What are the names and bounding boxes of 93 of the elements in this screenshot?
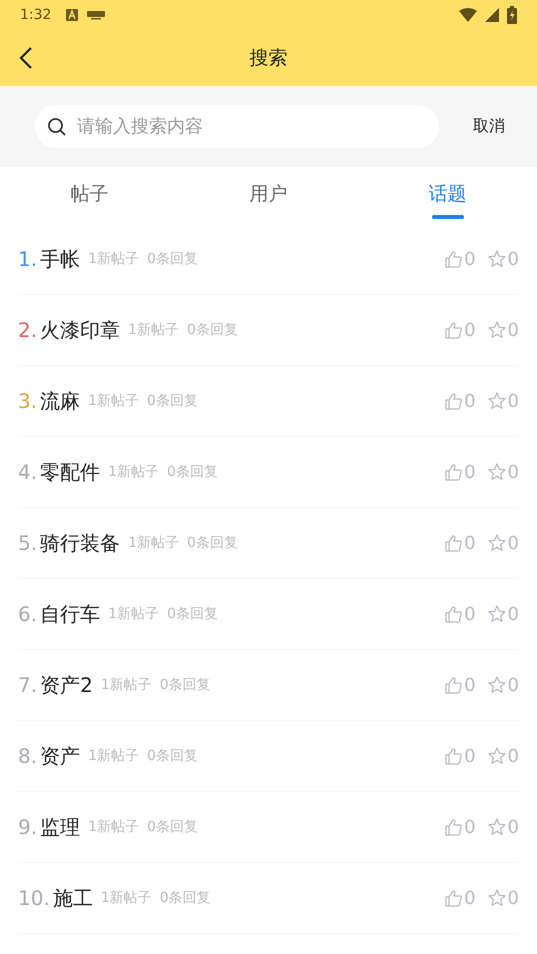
post-count: 1新帖子 xyxy=(88,747,140,765)
cancel-button[interactable]: 取消 xyxy=(461,108,517,145)
like-count: 0 xyxy=(464,888,476,908)
page-title: 搜索 xyxy=(250,46,288,71)
thumbs-up-icon[interactable] xyxy=(445,392,462,410)
favorite-count: 0 xyxy=(508,746,519,766)
reply-count: 0条回复 xyxy=(147,250,198,268)
favorite-count: 0 xyxy=(508,674,519,696)
star-icon[interactable] xyxy=(488,818,506,836)
favorite-count: 0 xyxy=(508,888,519,908)
star-icon[interactable] xyxy=(488,889,506,907)
star-icon[interactable] xyxy=(488,392,506,410)
reply-count: 0条回复 xyxy=(167,463,218,481)
like-count: 0 xyxy=(464,248,476,270)
tab[interactable]: 帖子 xyxy=(0,172,179,218)
like-count: 0 xyxy=(464,674,476,696)
rank-number: 3. xyxy=(18,389,38,413)
wifi-icon xyxy=(459,8,477,22)
reply-count: 0条回复 xyxy=(167,605,218,623)
topic-name[interactable]: 监理 xyxy=(40,814,80,840)
reply-count: 0条回复 xyxy=(160,889,211,907)
reply-count: 0条回复 xyxy=(147,747,198,765)
topic-name[interactable]: 零配件 xyxy=(40,458,100,486)
thumbs-up-icon[interactable] xyxy=(445,464,462,480)
topic-name[interactable]: 流麻 xyxy=(40,388,80,414)
post-count: 1新帖子 xyxy=(108,463,160,481)
like-count: 0 xyxy=(464,390,476,412)
post-count: 1新帖子 xyxy=(108,605,160,623)
rank-number: 4. xyxy=(18,460,38,484)
topic-name[interactable]: 资产 xyxy=(40,742,80,770)
like-count: 0 xyxy=(464,320,476,340)
favorite-count: 0 xyxy=(508,816,519,838)
post-count: 1新帖子 xyxy=(100,889,152,907)
thumbs-up-icon[interactable] xyxy=(445,606,462,622)
tab[interactable]: 用户 xyxy=(179,172,358,218)
star-icon[interactable] xyxy=(488,321,506,339)
thumbs-up-icon[interactable] xyxy=(445,534,462,552)
post-count: 1新帖子 xyxy=(100,676,152,694)
back-icon[interactable] xyxy=(19,46,33,70)
reply-count: 0条回复 xyxy=(147,392,198,410)
rank-number: 6. xyxy=(18,602,38,626)
star-icon[interactable] xyxy=(488,605,506,623)
reply-count: 0条回复 xyxy=(160,676,211,694)
reply-count: 0条回复 xyxy=(187,321,238,339)
thumbs-up-icon[interactable] xyxy=(445,818,462,836)
thumbs-up-icon[interactable] xyxy=(445,890,462,906)
star-icon[interactable] xyxy=(488,463,506,481)
favorite-count: 0 xyxy=(508,390,519,412)
star-icon[interactable] xyxy=(488,747,506,765)
thumbs-up-icon[interactable] xyxy=(445,748,462,764)
keyboard-icon xyxy=(87,10,106,20)
reply-count: 0条回复 xyxy=(187,534,238,552)
star-icon[interactable] xyxy=(488,250,506,268)
topic-name[interactable]: 手帐 xyxy=(40,246,80,272)
like-count: 0 xyxy=(464,604,476,624)
post-count: 1新帖子 xyxy=(88,818,140,836)
keyboard-a-icon xyxy=(65,8,80,22)
signal-icon xyxy=(485,8,499,22)
like-count: 0 xyxy=(464,532,476,554)
topic-name[interactable]: 骑行装备 xyxy=(40,530,120,556)
topic-name[interactable]: 资产2 xyxy=(40,672,93,698)
search-field[interactable]: 请输入搜索内容 xyxy=(35,105,439,148)
post-count: 1新帖子 xyxy=(88,250,140,268)
tab[interactable]: 话题 xyxy=(358,172,537,218)
rank-number: 1. xyxy=(18,247,38,271)
thumbs-up-icon[interactable] xyxy=(445,676,462,694)
rank-number: 7. xyxy=(18,673,38,697)
rank-number: 10. xyxy=(18,886,50,910)
status-time: 1:32 xyxy=(20,7,52,23)
favorite-count: 0 xyxy=(508,248,519,270)
favorite-count: 0 xyxy=(508,320,519,340)
star-icon[interactable] xyxy=(488,534,506,552)
post-count: 1新帖子 xyxy=(128,534,180,552)
rank-number: 5. xyxy=(18,531,38,555)
reply-count: 0条回复 xyxy=(147,818,198,836)
battery-icon xyxy=(507,6,517,24)
thumbs-up-icon[interactable] xyxy=(445,322,462,338)
rank-number: 2. xyxy=(18,318,38,342)
like-count: 0 xyxy=(464,816,476,838)
rank-number: 8. xyxy=(18,744,38,768)
topic-name[interactable]: 火漆印章 xyxy=(40,316,120,344)
post-count: 1新帖子 xyxy=(128,321,180,339)
favorite-count: 0 xyxy=(508,462,519,482)
rank-number: 9. xyxy=(18,815,38,839)
star-icon[interactable] xyxy=(488,676,506,694)
like-count: 0 xyxy=(464,746,476,766)
favorite-count: 0 xyxy=(508,604,519,624)
like-count: 0 xyxy=(464,462,476,482)
post-count: 1新帖子 xyxy=(88,392,140,410)
topic-name[interactable]: 施工 xyxy=(52,884,93,912)
favorite-count: 0 xyxy=(508,532,519,554)
thumbs-up-icon[interactable] xyxy=(445,250,462,268)
topic-name[interactable]: 自行车 xyxy=(40,600,100,628)
